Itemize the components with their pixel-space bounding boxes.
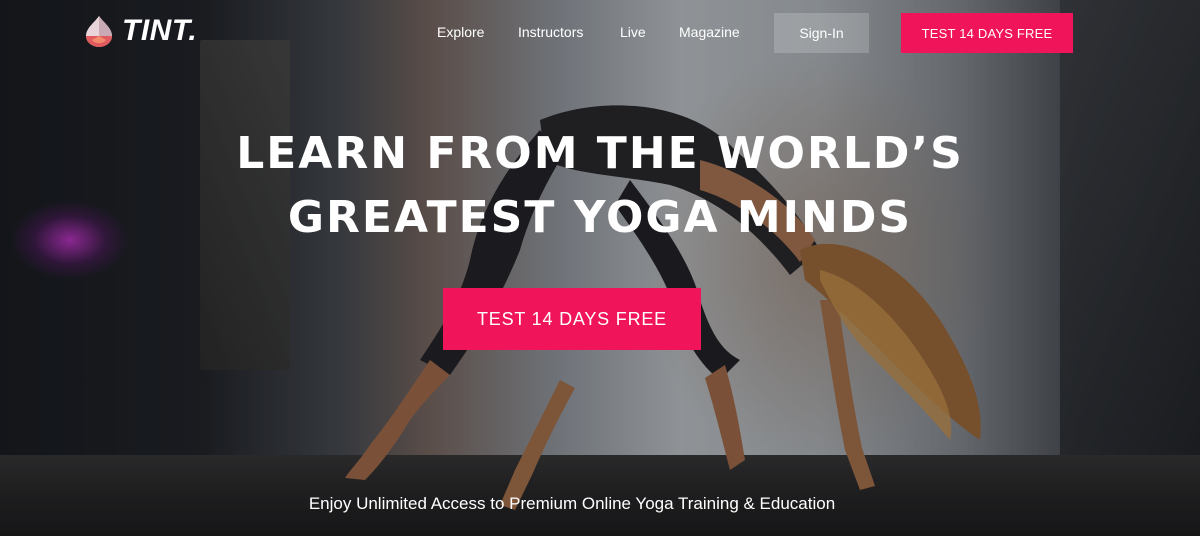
hero-overlay	[0, 0, 1200, 536]
brand-name: TINT.	[122, 14, 198, 47]
nav-link-magazine[interactable]: Magazine	[679, 24, 740, 40]
brand-logo[interactable]: TINT.	[82, 14, 197, 48]
nav-link-live[interactable]: Live	[620, 24, 646, 40]
hero-headline-line1: LEARN FROM THE WORLD’S	[236, 128, 964, 179]
hero-headline-line2: GREATEST YOGA MINDS	[287, 192, 913, 243]
top-navigation: TINT. Explore Instructors Live Magazine …	[0, 0, 1200, 66]
nav-link-explore[interactable]: Explore	[437, 24, 484, 40]
trial-button-hero[interactable]: TEST 14 DAYS FREE	[443, 288, 701, 350]
hero-section: TINT. Explore Instructors Live Magazine …	[0, 0, 1200, 536]
sign-in-button[interactable]: Sign-In	[774, 13, 869, 53]
droplet-gem-icon	[86, 16, 112, 47]
nav-link-instructors[interactable]: Instructors	[518, 24, 583, 40]
hero-subtitle: Enjoy Unlimited Access to Premium Online…	[308, 494, 836, 513]
trial-button-header[interactable]: TEST 14 DAYS FREE	[901, 13, 1073, 53]
